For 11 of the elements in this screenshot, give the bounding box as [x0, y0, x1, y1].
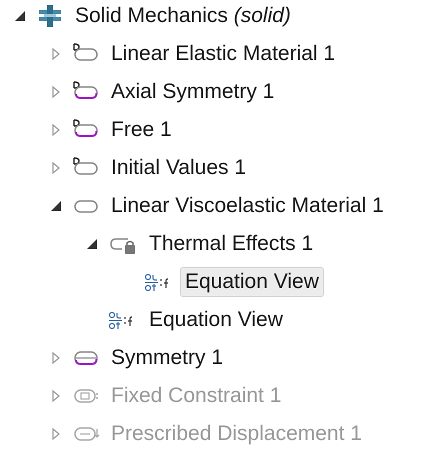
tree-item[interactable]: Initial Values 1	[106, 153, 252, 183]
tree-item[interactable]: Free 1	[106, 115, 177, 145]
tree-item[interactable]: Linear Viscoelastic Material 1	[106, 191, 389, 221]
tree-item[interactable]: Symmetry 1	[106, 343, 228, 373]
tree-item[interactable]: Linear Elastic Material 1	[106, 39, 340, 69]
tree-item[interactable]: Equation View	[180, 267, 324, 297]
tree-item[interactable]: Thermal Effects 1	[144, 229, 318, 259]
tree-item[interactable]: Solid Mechanics (solid)	[70, 1, 296, 31]
physics-icon	[36, 4, 64, 28]
tree-item[interactable]: Axial Symmetry 1	[106, 77, 280, 107]
tree-item[interactable]: Equation View	[144, 305, 288, 335]
